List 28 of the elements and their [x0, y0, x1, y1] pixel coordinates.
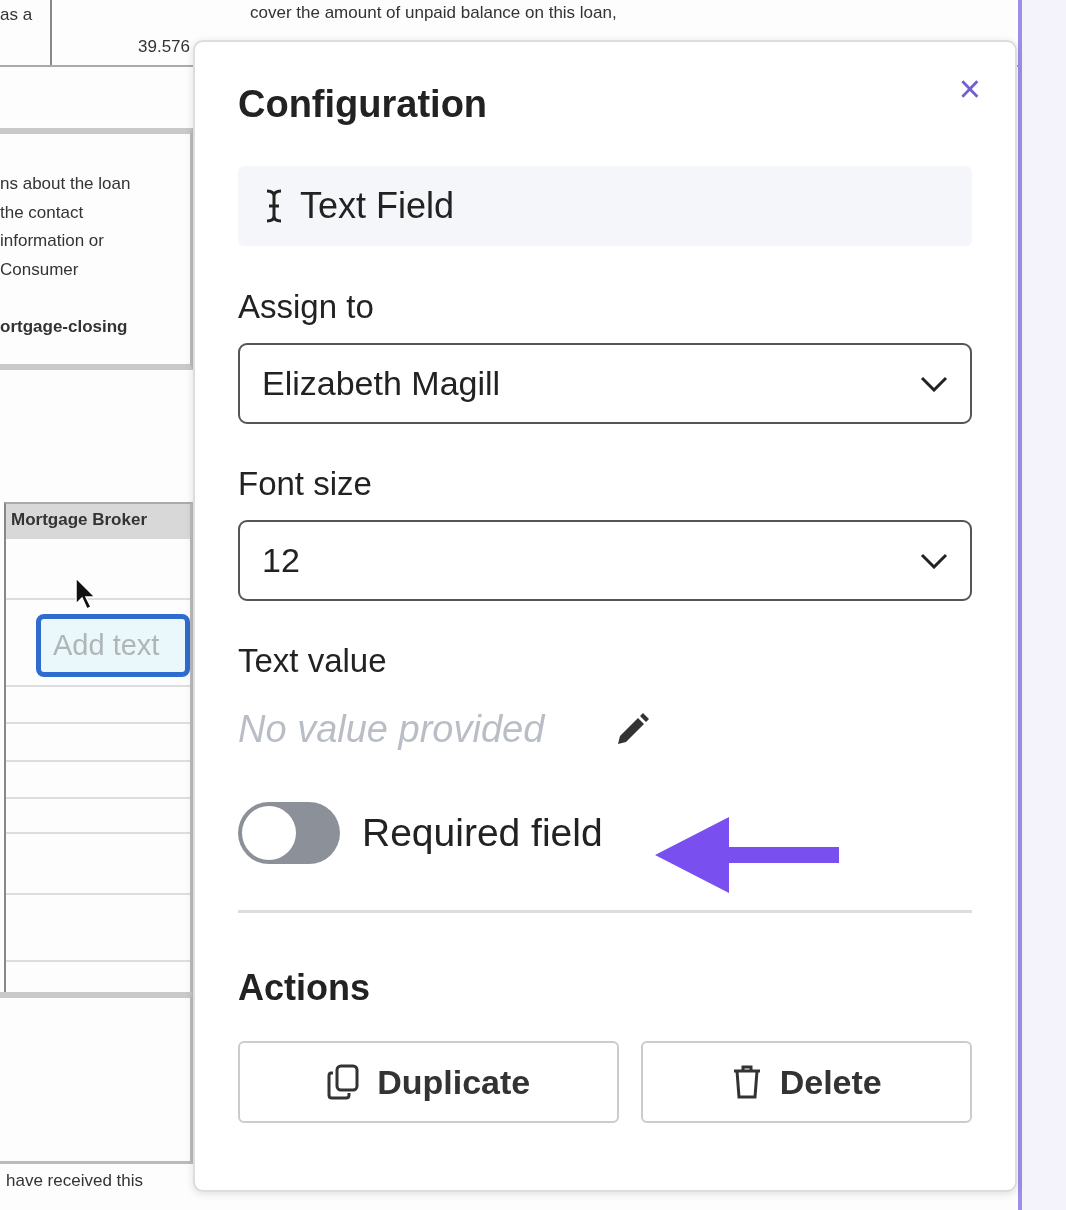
document-text: information or	[0, 230, 105, 252]
panel-title: Configuration	[238, 82, 488, 127]
document-text: as a	[0, 5, 33, 24]
copy-icon	[327, 1064, 360, 1100]
chevron-icon	[920, 552, 948, 569]
field-label: Font size	[238, 464, 373, 504]
text-cursor-icon	[264, 188, 284, 224]
font-size-dropdown[interactable]: 12	[238, 520, 972, 601]
chevron-icon	[920, 375, 948, 392]
field-type-label: Text Field	[300, 184, 455, 228]
trash-icon	[731, 1064, 762, 1100]
document-text: ns about the loan	[0, 173, 132, 195]
document-text: the contact	[0, 201, 85, 224]
rate-value: 39.576	[138, 35, 190, 58]
field-label: Text value	[238, 641, 388, 681]
table-header: Mortgage Broker	[6, 504, 190, 539]
text-value-field[interactable]: No value provided	[238, 701, 568, 758]
close-button[interactable]: ×	[958, 70, 981, 108]
assignee-dropdown[interactable]: Elizabeth Magill	[238, 343, 972, 424]
text-field[interactable]: Add text	[36, 614, 190, 677]
document-text: cover the amount of unpaid balance on this loan,	[250, 2, 617, 24]
document-text: have received this	[6, 1171, 144, 1190]
field-label: Assign to	[238, 287, 375, 327]
duplicate-button[interactable]: Duplicate	[238, 1041, 620, 1123]
document-text: Consumer	[0, 258, 80, 281]
toggle-label: Required field	[362, 809, 603, 856]
section-title: Actions	[238, 966, 370, 1010]
delete-button[interactable]: Delete	[641, 1041, 972, 1123]
